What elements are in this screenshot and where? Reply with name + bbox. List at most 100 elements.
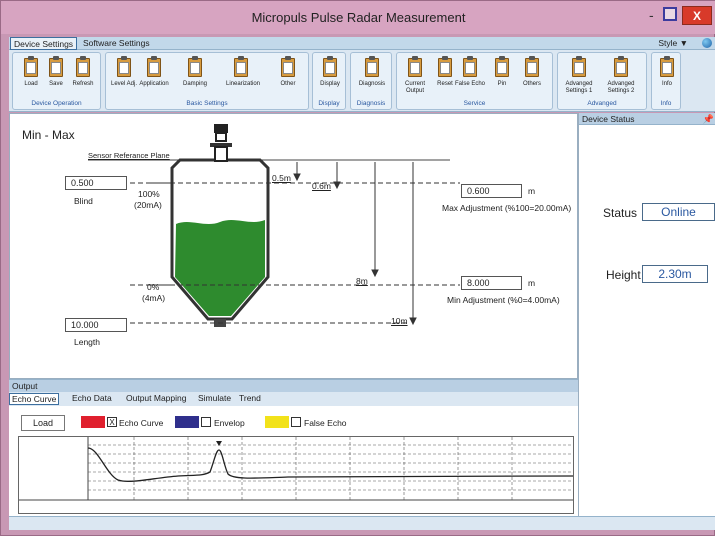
tab-echo-data[interactable]: Echo Data <box>70 393 114 405</box>
tab-echo-curve[interactable]: Echo Curve <box>9 393 60 405</box>
envelop-checkbox[interactable] <box>201 417 211 427</box>
refresh-button[interactable]: Refresh <box>68 56 98 100</box>
application-button[interactable]: Application <box>139 56 169 100</box>
damping-button[interactable]: Damping <box>180 56 210 100</box>
ribbon-group-label: Service <box>463 100 486 107</box>
ribbon-button-label: Others <box>522 81 541 87</box>
ribbon-group-label: Device Operation <box>31 100 82 107</box>
tab-output-mapping[interactable]: Output Mapping <box>124 393 188 405</box>
echo-curve-legend-label: Echo Curve <box>119 418 164 428</box>
echo-curve-graph <box>18 436 574 514</box>
ribbon-button-label: Level Adj. <box>110 81 138 87</box>
clipboard-icon <box>613 56 629 78</box>
ribbon-group-label: Advanged <box>587 100 617 107</box>
ribbon-button-label: Pin <box>497 81 507 87</box>
ribbon-group-info: Info Info <box>651 52 681 110</box>
diagnosis-button[interactable]: Diagnosis <box>357 56 387 100</box>
level-adj-button[interactable]: Level Adj. <box>109 56 139 100</box>
minimize-button[interactable]: - <box>649 8 659 22</box>
maximize-button[interactable] <box>663 7 677 21</box>
pin-button[interactable]: Pin <box>487 56 517 100</box>
clipboard-icon <box>437 56 453 78</box>
other-button[interactable]: Other <box>273 56 303 100</box>
others-button[interactable]: Others <box>517 56 547 100</box>
blind-field[interactable]: 0.500 <box>65 176 127 190</box>
tab-software-settings[interactable]: Software Settings <box>80 37 153 50</box>
ribbon-button-label: Other <box>280 81 296 87</box>
title-bar: Micropuls Pulse Radar Measurement - X <box>1 1 715 34</box>
clipboard-icon <box>233 56 249 78</box>
output-tabs: Echo Curve Echo Data Output Mapping Simu… <box>9 392 578 406</box>
tab-device-settings[interactable]: Device Settings <box>10 37 78 50</box>
clipboard-icon <box>322 56 338 78</box>
distance-06m-label: 0.6m <box>312 181 331 191</box>
ribbon-button-label: Save <box>49 81 63 87</box>
load-echo-button[interactable]: Load <box>21 415 65 431</box>
echo-curve-panel: Load X Echo Curve Envelop False Echo <box>9 406 578 516</box>
advanged-settings-1-button[interactable]: Advanged Settings 1 <box>564 56 594 100</box>
clipboard-icon <box>146 56 162 78</box>
echo-curve-checkbox[interactable]: X <box>107 417 117 427</box>
ribbon-button-label: Current Output <box>404 81 425 94</box>
false-echo-button[interactable]: False Echo <box>455 56 485 100</box>
clipboard-icon <box>462 56 478 78</box>
ribbon-button-label: Display <box>320 81 340 87</box>
liquid-fill <box>175 220 265 316</box>
output-header: Output <box>9 379 578 392</box>
linearization-button[interactable]: Linearization <box>226 56 261 100</box>
device-status-panel: Device Status 📌 Status Online Height 2.3… <box>578 113 715 516</box>
distance-05m-label: 0.5m <box>272 173 291 183</box>
ribbon-toolbar: Load Save Refresh Device Operation Level Adj… <box>9 50 715 112</box>
clipboard-icon <box>659 56 675 78</box>
clipboard-icon <box>494 56 510 78</box>
display-button[interactable]: Display <box>315 56 345 100</box>
blind-label: Blind <box>74 196 93 206</box>
clipboard-icon <box>524 56 540 78</box>
ribbon-button-label: Advanged Settings 1 <box>565 81 593 94</box>
distance-10m-label: 10m <box>391 316 408 326</box>
length-field[interactable]: 10.000 <box>65 318 127 332</box>
ribbon-group-label: Diagnosis <box>356 100 386 107</box>
false-echo-checkbox[interactable] <box>291 417 301 427</box>
ribbon-group-basic-settings: Level Adj. Application Damping Linearizatio… <box>105 52 309 110</box>
max-adjustment-field[interactable]: 0.600 <box>461 184 522 198</box>
false-echo-swatch <box>265 416 289 428</box>
tab-simulate[interactable]: Simulate <box>196 393 233 405</box>
percent-0-label: 0% <box>147 282 160 292</box>
status-label: Status <box>603 206 638 220</box>
envelop-swatch <box>175 416 199 428</box>
style-orb-icon[interactable] <box>702 38 712 48</box>
ribbon-button-label: Linearization <box>226 81 261 87</box>
length-label: Length <box>74 337 100 347</box>
min-adjustment-field[interactable]: 8.000 <box>461 276 522 290</box>
menu-bar: Device Settings Software Settings Style … <box>9 37 715 50</box>
max-adjustment-label: Max Adjustment (%100=20.00mA) <box>442 203 572 213</box>
echo-curve-swatch <box>81 416 105 428</box>
ribbon-button-label: Info <box>661 81 672 87</box>
info-button[interactable]: Info <box>652 56 682 100</box>
pin-icon[interactable]: 📌 <box>703 113 714 125</box>
distance-8m-label: 8m <box>356 276 368 286</box>
ribbon-button-label: Diagnosis <box>358 81 386 87</box>
status-bar <box>9 516 715 530</box>
ma-20-label: (20mA) <box>134 200 162 210</box>
ribbon-group-diagnosis: Diagnosis Diagnosis <box>350 52 392 110</box>
ribbon-group-label: Info <box>660 100 672 107</box>
min-adjustment-label: Min Adjustment (%0=4.00mA) <box>447 295 560 305</box>
close-button[interactable]: X <box>682 6 712 25</box>
clipboard-icon <box>23 56 39 78</box>
ribbon-group-advanged: Advanged Settings 1 Advanged Settings 2 Ad… <box>557 52 647 110</box>
style-menu[interactable]: Style ▼ <box>658 37 688 49</box>
clipboard-icon <box>75 56 91 78</box>
ribbon-button-label: Advanged Settings 2 <box>607 81 635 94</box>
false-echo-legend-label: False Echo <box>304 418 347 428</box>
advanged-settings-2-button[interactable]: Advanged Settings 2 <box>606 56 636 100</box>
app-window: Micropuls Pulse Radar Measurement - X De… <box>0 0 715 536</box>
clipboard-icon <box>571 56 587 78</box>
device-status-title: Device Status <box>582 114 635 124</box>
tab-trend[interactable]: Trend <box>237 393 263 405</box>
ribbon-button-label: Damping <box>182 81 207 87</box>
percent-100-label: 100% <box>138 189 160 199</box>
current-output-button[interactable]: Current Output <box>400 56 430 100</box>
save-button[interactable]: Save <box>41 56 71 100</box>
